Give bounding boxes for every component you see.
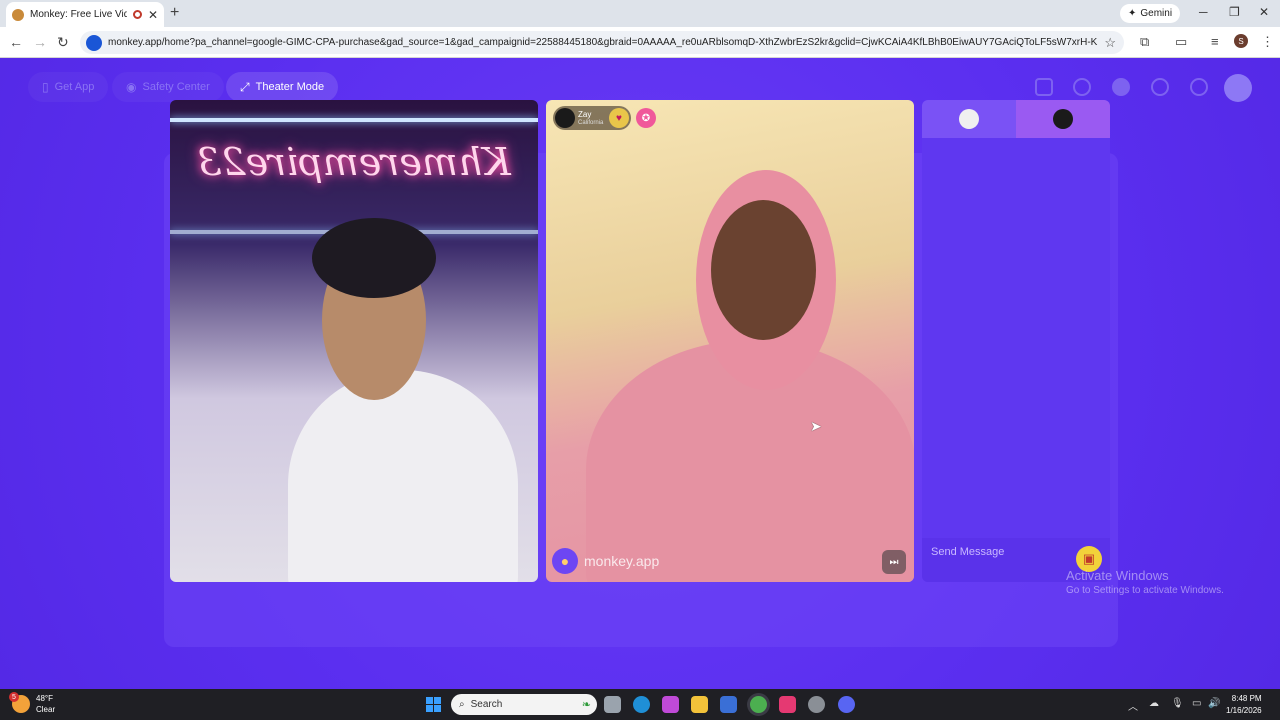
partner-name: Zay bbox=[578, 109, 592, 119]
restore-button[interactable]: ❐ bbox=[1229, 5, 1240, 19]
get-app-button[interactable]: ▯ Get App bbox=[28, 72, 109, 102]
taskbar-search-label: Search bbox=[470, 699, 503, 710]
gemini-sparkle-icon: ✦ bbox=[1128, 8, 1137, 19]
window-close-button[interactable]: ✕ bbox=[1259, 5, 1269, 19]
message-placeholder: Send Message bbox=[931, 546, 1005, 558]
watermark-text: monkey.app bbox=[584, 553, 660, 569]
back-arrow-icon[interactable]: ← bbox=[9, 34, 23, 50]
bookmark-star-icon[interactable]: ☆ bbox=[1104, 35, 1124, 51]
shield-icon: ◉ bbox=[126, 80, 137, 94]
partner-avatar bbox=[555, 108, 575, 128]
person-hair bbox=[312, 218, 436, 298]
skip-next-icon[interactable]: ⏭ bbox=[882, 550, 906, 574]
media-icon[interactable]: ≡ bbox=[1211, 34, 1219, 49]
onedrive-icon[interactable]: ☁ bbox=[1149, 698, 1159, 709]
reload-icon[interactable]: ↻ bbox=[57, 34, 69, 51]
forward-arrow-icon[interactable]: → bbox=[33, 34, 47, 50]
history-clock-icon[interactable] bbox=[1151, 78, 1169, 96]
volume-icon[interactable]: 🔊 bbox=[1208, 698, 1220, 709]
chat-panel: Send Message ▣ bbox=[922, 100, 1110, 582]
activate-windows-title: Activate Windows bbox=[1066, 568, 1169, 583]
person-torso bbox=[288, 370, 518, 582]
tab-close-button[interactable]: ✕ bbox=[148, 8, 158, 22]
partner-video: Zay California ♥ ✪ ● monkey.app ⏭ bbox=[546, 100, 914, 582]
recording-indicator-icon bbox=[132, 10, 142, 19]
extensions-icon[interactable]: ⧉ bbox=[1140, 34, 1149, 50]
start-windows-icon[interactable] bbox=[426, 697, 441, 712]
monkey-watermark: ● monkey.app bbox=[552, 548, 659, 574]
tab-partner[interactable] bbox=[1016, 100, 1110, 138]
self-video: Khmerempire23 bbox=[170, 100, 538, 582]
m365-icon[interactable] bbox=[662, 696, 679, 713]
expand-icon: ⤢ bbox=[240, 79, 250, 94]
heart-icon[interactable]: ♥ bbox=[609, 108, 629, 128]
messages-icon[interactable] bbox=[1190, 78, 1208, 96]
friends-icon[interactable] bbox=[1112, 78, 1130, 96]
clock-date: 1/16/2026 bbox=[1226, 706, 1262, 715]
minimize-button[interactable]: ─ bbox=[1199, 5, 1208, 19]
tab-title: Monkey: Free Live Video Ch bbox=[30, 9, 127, 20]
store-icon[interactable] bbox=[1035, 78, 1053, 96]
discord-icon[interactable] bbox=[838, 696, 855, 713]
clock-time: 8:48 PM bbox=[1231, 694, 1262, 703]
temperature: 48°F bbox=[36, 694, 53, 703]
menu-kebab-icon[interactable]: ⋮ bbox=[1261, 34, 1274, 50]
user-avatar[interactable] bbox=[1224, 74, 1252, 102]
theater-mode-button[interactable]: ⤢ Theater Mode bbox=[226, 72, 339, 102]
network-icon[interactable]: ▭ bbox=[1192, 698, 1201, 709]
neon-sign-text: Khmerempire23 bbox=[197, 140, 511, 184]
monkey-logo-icon: ● bbox=[552, 548, 578, 574]
task-view-icon[interactable] bbox=[604, 696, 621, 713]
search-highlight-icon: ❧ bbox=[581, 699, 591, 711]
new-tab-button[interactable]: + bbox=[170, 4, 179, 22]
edge-icon[interactable] bbox=[633, 696, 650, 713]
activate-windows-watermark: Activate Windows Go to Settings to activ… bbox=[1066, 568, 1224, 596]
site-camera-icon bbox=[86, 34, 102, 51]
chat-tabs bbox=[922, 100, 1110, 138]
partner-face bbox=[711, 200, 816, 340]
monkey-favicon-icon bbox=[12, 8, 24, 21]
browser-toolbar: ← → ↻ monkey.app/home?pa_channel=google-… bbox=[0, 27, 1280, 58]
file-explorer-icon[interactable] bbox=[691, 696, 708, 713]
tray-chevron-icon[interactable]: ︿ bbox=[1128, 698, 1138, 713]
browser-tab-active[interactable]: Monkey: Free Live Video Ch ✕ bbox=[6, 2, 164, 27]
phone-icon: ▯ bbox=[42, 80, 49, 94]
cast-icon[interactable]: ▭ bbox=[1175, 34, 1187, 50]
mouse-cursor-icon: ➤ bbox=[810, 418, 822, 434]
search-icon[interactable] bbox=[1073, 78, 1091, 96]
gemini-button[interactable]: ✦ Gemini bbox=[1120, 4, 1181, 23]
microphone-icon[interactable]: 🎙 bbox=[1171, 698, 1184, 709]
safety-center-button[interactable]: ◉ Safety Center bbox=[112, 72, 224, 102]
url-text[interactable]: monkey.app/home?pa_channel=google-GIMC-C… bbox=[108, 37, 1098, 48]
browser-tab-bar: Monkey: Free Live Video Ch ✕ + ✦ Gemini … bbox=[0, 0, 1280, 27]
store-app-icon[interactable] bbox=[720, 696, 737, 713]
self-chat-avatar bbox=[959, 109, 979, 129]
search-magnifier-icon: ⌕ bbox=[459, 699, 465, 710]
app-icon-pink[interactable] bbox=[779, 696, 796, 713]
weather-widget[interactable]: 5 48°F Clear bbox=[9, 692, 56, 715]
taskbar-search[interactable]: ⌕ Search ❧ bbox=[451, 694, 597, 715]
partner-chat-avatar bbox=[1053, 109, 1073, 129]
app-icon-gray[interactable] bbox=[808, 696, 825, 713]
chrome-icon[interactable] bbox=[750, 696, 767, 713]
address-bar[interactable]: monkey.app/home?pa_channel=google-GIMC-C… bbox=[80, 31, 1124, 54]
gemini-label: Gemini bbox=[1140, 8, 1173, 19]
tab-self[interactable] bbox=[922, 100, 1016, 138]
safety-center-label: Safety Center bbox=[142, 81, 210, 93]
profile-avatar[interactable]: S bbox=[1234, 34, 1248, 48]
activate-windows-subtitle: Go to Settings to activate Windows. bbox=[1066, 585, 1224, 596]
system-clock[interactable]: 8:48 PM 1/16/2026 bbox=[1226, 693, 1262, 717]
theater-mode-label: Theater Mode bbox=[255, 81, 325, 93]
neon-light-strip bbox=[170, 118, 538, 122]
weather-badge: 5 bbox=[9, 692, 19, 702]
windows-taskbar: 5 48°F Clear ⌕ Search ❧ ︿ ☁ 🎙 ▭ 🔊 8:48 P… bbox=[0, 689, 1280, 720]
weather-condition: Clear bbox=[36, 705, 56, 714]
get-app-label: Get App bbox=[54, 81, 95, 93]
partner-info-pill[interactable]: Zay California ♥ bbox=[553, 106, 631, 130]
report-badge-icon[interactable]: ✪ bbox=[636, 108, 656, 128]
weather-icon: 5 bbox=[9, 692, 30, 713]
partner-location: California bbox=[578, 119, 604, 126]
